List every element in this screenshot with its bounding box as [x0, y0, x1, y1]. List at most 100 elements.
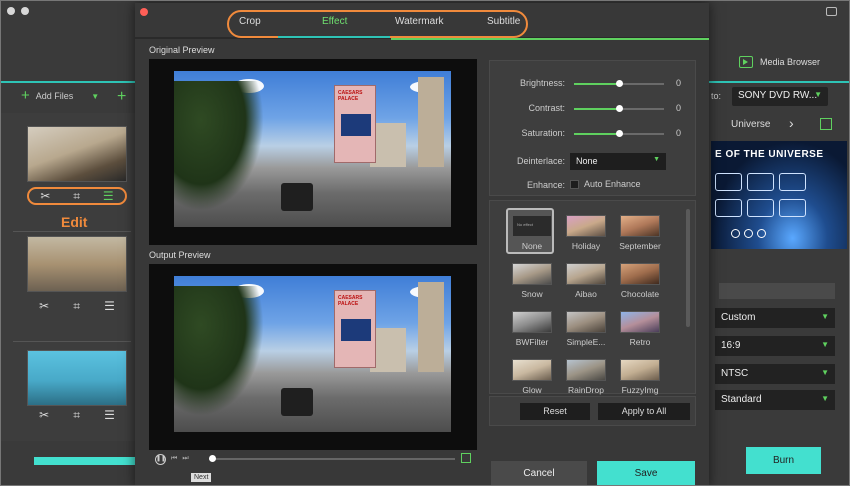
theme-name: Universe: [731, 119, 771, 130]
output-to-label: to:: [711, 91, 722, 101]
tab-watermark[interactable]: Watermark: [395, 16, 444, 27]
divider: [13, 231, 131, 232]
effect-label: SimpleE...: [566, 337, 606, 347]
effects-panel: No effect None Holiday September Snow Ai…: [489, 200, 696, 395]
effect-thumb-text: No effect: [517, 222, 533, 227]
timeline-scrubber[interactable]: [209, 455, 455, 462]
add-more-icon[interactable]: +: [117, 88, 126, 106]
crop-icon[interactable]: ⌗: [73, 299, 80, 314]
effect-aibao[interactable]: Aibao: [562, 263, 610, 299]
chevron-down-icon: ▼: [821, 340, 829, 349]
effect-label: Snow: [521, 289, 543, 299]
tab-subtitle[interactable]: Subtitle: [487, 16, 520, 27]
burn-button[interactable]: Burn: [746, 447, 821, 474]
menu-theme-panel: Universe › E OF THE UNIVERSE Custom ▼ 16:…: [707, 113, 849, 453]
saturation-slider[interactable]: [574, 130, 664, 137]
adjust-icon[interactable]: ☰: [103, 189, 114, 203]
tab-crop[interactable]: Crop: [239, 16, 261, 27]
chevron-down-icon: ▼: [653, 156, 660, 163]
crop-icon[interactable]: ⌗: [73, 408, 80, 423]
cancel-button[interactable]: Cancel: [491, 461, 587, 485]
quality-select[interactable]: Standard ▼: [715, 390, 835, 410]
slider-fill: [574, 108, 619, 110]
capacity-bar: [34, 457, 136, 465]
output-format-select[interactable]: SONY DVD RW... ▼: [732, 87, 828, 106]
contrast-value: 0: [676, 103, 682, 113]
add-files-button[interactable]: + Add Files ▼: [21, 88, 99, 103]
app-window: Media Browser + Add Files ▼ + to: SONY D…: [0, 0, 850, 486]
effect-simple[interactable]: SimpleE...: [562, 311, 610, 347]
crop-icon[interactable]: ⌗: [73, 189, 80, 204]
original-video-frame: CAESARS PALACE: [174, 71, 451, 227]
video-thumbnail[interactable]: [27, 236, 127, 292]
effect-snow[interactable]: Snow: [508, 263, 556, 299]
effect-label: FuzzyImg: [621, 385, 659, 395]
next-icon[interactable]: ⏭: [182, 455, 188, 463]
effect-label: Aibao: [575, 289, 597, 299]
save-button[interactable]: Save: [597, 461, 695, 485]
reset-button[interactable]: Reset: [520, 403, 590, 420]
slider-knob[interactable]: [616, 130, 623, 137]
effect-raindrop[interactable]: RainDrop: [562, 359, 610, 395]
effect-label: RainDrop: [568, 385, 604, 395]
tv-standard-select[interactable]: NTSC ▼: [715, 364, 835, 384]
dialog-close-button[interactable]: [140, 8, 148, 16]
scissors-icon[interactable]: ✂: [40, 189, 50, 203]
original-preview: CAESARS PALACE: [149, 59, 477, 245]
effects-scrollbar[interactable]: [686, 209, 690, 327]
previous-icon[interactable]: ⏮: [171, 455, 177, 463]
effect-bwfilter[interactable]: BWFilter: [508, 311, 556, 347]
sign-screen: [341, 114, 371, 136]
window-close-dot[interactable]: [7, 7, 15, 15]
effect-holiday[interactable]: Holiday: [562, 215, 610, 251]
brightness-slider[interactable]: [574, 80, 664, 87]
sign-text: CAESARS PALACE: [338, 295, 363, 307]
car: [281, 388, 313, 416]
effect-chocolate[interactable]: Chocolate: [616, 263, 664, 299]
theme-preview-title: E OF THE UNIVERSE: [715, 149, 824, 160]
theme-nav-icon: [731, 229, 740, 238]
effect-glow[interactable]: Glow: [508, 359, 556, 395]
theme-thumb-frame: [715, 173, 742, 191]
adjustments-panel: Brightness: 0 Contrast: 0 Saturation: 0 …: [489, 60, 696, 196]
theme-preview: E OF THE UNIVERSE: [711, 141, 847, 249]
adjust-icon[interactable]: ☰: [104, 299, 115, 313]
saturation-row: Saturation: 0: [490, 127, 697, 141]
adjust-icon[interactable]: ☰: [104, 408, 115, 422]
slider-knob[interactable]: [616, 80, 623, 87]
sign-screen: [341, 319, 371, 341]
active-tab-indicator: [278, 36, 390, 38]
effect-thumbnail: [566, 263, 606, 285]
pause-icon[interactable]: ❚❚: [155, 453, 166, 465]
effect-label: September: [619, 241, 661, 251]
apply-to-all-button[interactable]: Apply to All: [598, 403, 690, 420]
auto-enhance-checkbox[interactable]: [570, 180, 579, 189]
fullscreen-icon[interactable]: [461, 453, 471, 463]
next-tooltip: Next: [191, 473, 212, 482]
edit-icon[interactable]: [820, 118, 832, 130]
message-icon[interactable]: [826, 7, 837, 16]
scissors-icon[interactable]: ✂: [39, 299, 49, 313]
effect-fuzzyimg[interactable]: FuzzyImg: [616, 359, 664, 395]
chevron-right-icon[interactable]: ›: [789, 115, 794, 131]
effect-september[interactable]: September: [616, 215, 664, 251]
scissors-icon[interactable]: ✂: [39, 408, 49, 422]
divider: [391, 38, 709, 40]
deinterlace-value: None: [576, 156, 598, 166]
contrast-slider[interactable]: [574, 105, 664, 112]
tab-effect[interactable]: Effect: [322, 16, 347, 27]
ratio-select[interactable]: 16:9 ▼: [715, 336, 835, 356]
video-thumbnail[interactable]: [27, 350, 127, 406]
slider-knob[interactable]: [616, 105, 623, 112]
effect-retro[interactable]: Retro: [616, 311, 664, 347]
scrubber-knob[interactable]: [209, 455, 216, 462]
original-preview-label: Original Preview: [149, 45, 215, 55]
aspect-select[interactable]: Custom ▼: [715, 308, 835, 328]
effect-none[interactable]: No effect None: [506, 208, 556, 254]
chevron-down-icon[interactable]: ▼: [91, 92, 99, 101]
media-browser-button[interactable]: Media Browser: [739, 56, 820, 68]
deinterlace-select[interactable]: None ▼: [570, 153, 666, 170]
window-minimize-dot[interactable]: [21, 7, 29, 15]
video-thumbnail[interactable]: [27, 126, 127, 182]
sign-text: CAESARS PALACE: [338, 90, 363, 102]
